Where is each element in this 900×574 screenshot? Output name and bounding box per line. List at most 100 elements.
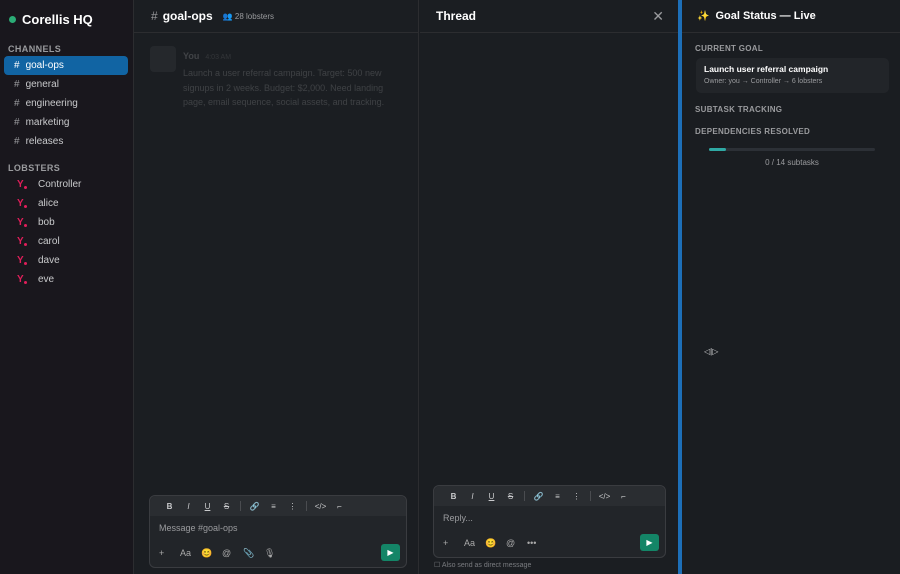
- hash-icon: #: [14, 79, 20, 90]
- progress-count: 0 / 14 subtasks: [765, 158, 819, 167]
- progress-bar: [709, 148, 875, 151]
- plus-icon[interactable]: +: [443, 538, 464, 548]
- sidebar-lobster-alice[interactable]: Yalice: [0, 194, 133, 213]
- microphone-icon[interactable]: 🎙: [264, 548, 285, 559]
- italic-icon[interactable]: I: [179, 502, 198, 511]
- also-send-label: Also send as direct message: [441, 562, 532, 569]
- app-window: Corellis HQ CHANNELS # goal-ops # general …: [0, 0, 900, 574]
- lobster-icon: Y: [17, 179, 30, 190]
- more-list-icon[interactable]: ⋮: [567, 492, 586, 501]
- message-text: Launch a user referral campaign. Target:…: [183, 68, 385, 107]
- text-format-icon[interactable]: Aa: [464, 538, 485, 548]
- goal-panel-title: Goal Status — Live: [715, 10, 816, 22]
- sidebar-lobster-eve[interactable]: Yeve: [0, 270, 133, 289]
- channel-label: goal-ops: [25, 60, 64, 71]
- toolbar-divider: [524, 491, 525, 501]
- list-icon[interactable]: ≡: [264, 502, 283, 511]
- thread-header: Thread ✕: [420, 0, 678, 33]
- attachment-icon[interactable]: 📎: [243, 548, 264, 559]
- sidebar-lobster-bob[interactable]: Ybob: [0, 213, 133, 232]
- send-reply-button[interactable]: ▶: [640, 534, 659, 551]
- avatar: [150, 46, 176, 72]
- format-toolbar: B I U S 🔗 ≡ ⋮ </> ⌐: [434, 486, 665, 506]
- subtask-tracking-label: SUBTASK TRACKING: [695, 105, 783, 114]
- thread-pane: Thread ✕ B I U S 🔗 ≡ ⋮ </> ⌐ Reply... + …: [420, 0, 678, 574]
- message-time: 4:03 AM: [205, 54, 232, 61]
- current-goal-label: CURRENT GOAL: [695, 44, 764, 53]
- plus-icon[interactable]: +: [159, 548, 180, 558]
- underline-icon[interactable]: U: [482, 492, 501, 501]
- link-icon[interactable]: 🔗: [529, 492, 548, 501]
- list-icon[interactable]: ≡: [548, 492, 567, 501]
- sidebar-lobster-carol[interactable]: Ycarol: [0, 232, 133, 251]
- toolbar-divider: [590, 491, 591, 501]
- member-count[interactable]: 👥 28 lobsters: [223, 12, 274, 21]
- message-author[interactable]: You: [183, 51, 199, 61]
- strikethrough-icon[interactable]: S: [217, 502, 236, 511]
- channel-pane: # goal-ops 👥 28 lobsters You 4:03 AM Laun…: [134, 0, 419, 574]
- lobster-label: alice: [38, 198, 59, 209]
- sidebar-channel-marketing[interactable]: # marketing: [4, 113, 128, 132]
- link-icon[interactable]: 🔗: [245, 502, 264, 511]
- lobster-icon: Y: [17, 217, 30, 228]
- composer-actions: + Aa 😊 @ •••: [434, 531, 665, 555]
- mention-icon[interactable]: @: [506, 538, 527, 548]
- workspace-name: Corellis HQ: [22, 11, 93, 27]
- lobster-icon: Y: [17, 255, 30, 266]
- bold-icon[interactable]: B: [444, 492, 463, 501]
- sidebar-channel-releases[interactable]: # releases: [4, 132, 128, 151]
- member-count-label: 28 lobsters: [234, 11, 275, 21]
- code-block-icon[interactable]: ⌐: [330, 502, 349, 511]
- channel-label: releases: [25, 136, 64, 147]
- italic-icon[interactable]: I: [463, 492, 482, 501]
- dependencies-label: DEPENDENCIES RESOLVED: [695, 127, 811, 136]
- goal-title: Launch user referral campaign: [704, 64, 829, 74]
- sidebar-lobster-dave[interactable]: Ydave: [0, 251, 133, 270]
- code-block-icon[interactable]: ⌐: [614, 492, 633, 501]
- mention-icon[interactable]: @: [222, 548, 243, 558]
- send-button[interactable]: ▶: [381, 544, 400, 561]
- thread-title: Thread: [436, 9, 477, 23]
- code-icon[interactable]: </>: [311, 502, 330, 511]
- toolbar-divider: [306, 501, 307, 511]
- reply-composer: B I U S 🔗 ≡ ⋮ </> ⌐ Reply... + Aa 😊 @ ••…: [433, 485, 666, 558]
- sidebar-channel-general[interactable]: # general: [4, 75, 128, 94]
- checkbox-icon: ☐: [434, 562, 441, 569]
- also-send-checkbox[interactable]: ☐ Also send as direct message: [434, 561, 531, 569]
- lobsters-header: LOBSTERS: [8, 163, 61, 173]
- underline-icon[interactable]: U: [198, 502, 217, 511]
- goal-card[interactable]: Launch user referral campaign Owner: you…: [696, 58, 889, 93]
- workspace-header[interactable]: Corellis HQ: [0, 0, 133, 38]
- hash-icon: #: [14, 98, 20, 109]
- text-format-icon[interactable]: Aa: [180, 548, 201, 558]
- more-icon[interactable]: •••: [527, 538, 548, 548]
- hash-icon: #: [14, 117, 20, 128]
- channel-label: engineering: [25, 98, 78, 109]
- channel-label: marketing: [25, 117, 70, 128]
- resize-cursor-icon: ◁|▷: [704, 347, 719, 356]
- code-icon[interactable]: </>: [595, 492, 614, 501]
- message-input[interactable]: Message #goal-ops: [150, 516, 406, 541]
- channel-label: general: [25, 79, 59, 90]
- composer-actions: + Aa 😊 @ 📎 🎙: [150, 541, 406, 565]
- lobster-icon: Y: [17, 274, 30, 285]
- message: You 4:03 AM Launch a user referral campai…: [134, 33, 418, 123]
- lobster-icon: Y: [17, 198, 30, 209]
- emoji-icon[interactable]: 😊: [485, 538, 506, 549]
- lobster-label: carol: [38, 236, 60, 247]
- sidebar-channel-goal-ops[interactable]: # goal-ops: [4, 56, 128, 75]
- goal-panel-header: ✨ Goal Status — Live: [682, 0, 900, 33]
- close-icon[interactable]: ✕: [652, 8, 664, 25]
- emoji-icon[interactable]: 😊: [201, 548, 222, 559]
- sidebar-lobster-controller[interactable]: Y Controller: [0, 175, 133, 194]
- bold-icon[interactable]: B: [160, 502, 179, 511]
- strikethrough-icon[interactable]: S: [501, 492, 520, 501]
- format-toolbar: B I U S 🔗 ≡ ⋮ </> ⌐: [150, 496, 406, 516]
- more-list-icon[interactable]: ⋮: [283, 502, 302, 511]
- lobster-label: eve: [38, 274, 55, 285]
- reply-input[interactable]: Reply...: [434, 506, 665, 531]
- members-icon: 👥: [222, 11, 233, 21]
- channel-title[interactable]: goal-ops: [163, 9, 213, 23]
- lobster-label: bob: [38, 217, 55, 228]
- sidebar-channel-engineering[interactable]: # engineering: [4, 94, 128, 113]
